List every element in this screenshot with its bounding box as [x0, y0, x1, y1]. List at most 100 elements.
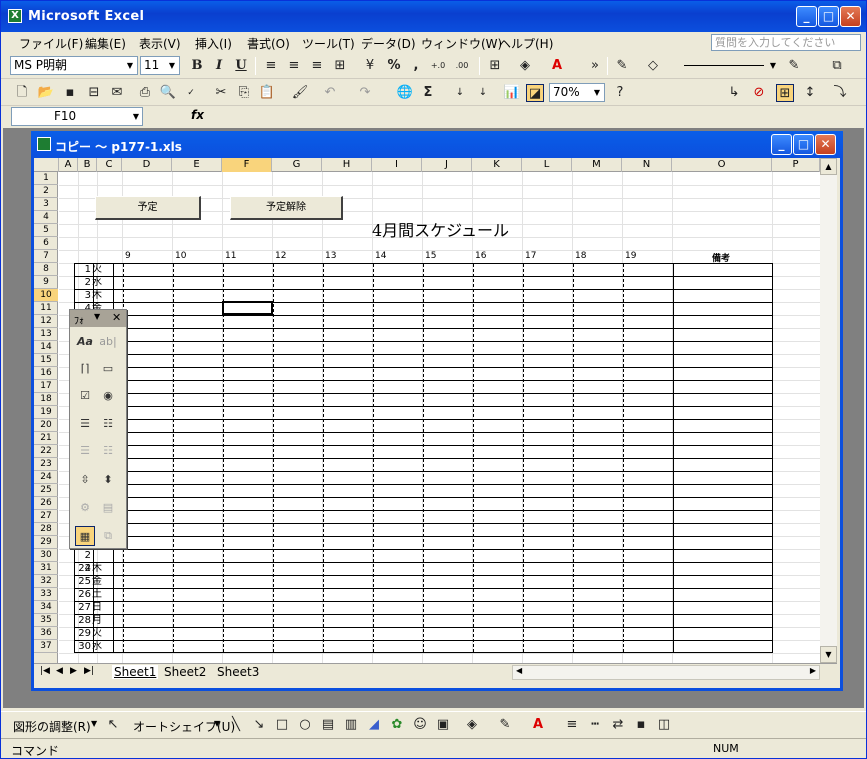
close-button[interactable]: ✕: [840, 6, 861, 27]
fill-color-icon[interactable]: ◈: [516, 57, 534, 75]
minimize-button[interactable]: _: [796, 6, 817, 27]
row-header[interactable]: 28: [34, 523, 58, 536]
zoom-combo[interactable]: 70% ▼: [549, 83, 605, 102]
menu-window[interactable]: ウィンドウ(W): [421, 35, 502, 52]
comma-button[interactable]: ,: [407, 57, 425, 75]
font-size-combo[interactable]: 11 ▼: [140, 56, 180, 75]
day-cell[interactable]: 金: [92, 576, 102, 588]
row-header[interactable]: 29: [34, 536, 58, 549]
column-header[interactable]: I: [372, 158, 422, 172]
toolbar-options-icon[interactable]: ⤵: [831, 84, 849, 102]
row-header[interactable]: 19: [34, 406, 58, 419]
column-header[interactable]: G: [272, 158, 322, 172]
group-box-icon[interactable]: ⌈⌉: [75, 359, 95, 379]
scroll-left-icon[interactable]: ◀: [516, 666, 522, 675]
day-cell[interactable]: 26: [74, 589, 91, 601]
row-header[interactable]: 13: [34, 328, 58, 341]
eraser-icon[interactable]: ◇: [644, 57, 662, 75]
column-header[interactable]: M: [572, 158, 622, 172]
column-header[interactable]: N: [622, 158, 672, 172]
fx-icon[interactable]: fx: [191, 108, 204, 122]
row-header[interactable]: 16: [34, 367, 58, 380]
day-cell[interactable]: 火: [92, 264, 102, 276]
column-header[interactable]: C: [97, 158, 122, 172]
more-buttons-icon[interactable]: »: [586, 57, 604, 75]
ask-question-input[interactable]: 質問を入力してください: [711, 34, 861, 51]
menu-help[interactable]: ヘルプ(H): [499, 35, 553, 52]
remove-arrows-icon[interactable]: ⊘: [750, 84, 768, 102]
sort-descending-icon[interactable]: ↓: [474, 84, 492, 102]
day-cell[interactable]: 水: [92, 277, 102, 289]
menu-insert[interactable]: 挿入(I): [195, 35, 232, 52]
row-header[interactable]: 31: [34, 562, 58, 575]
arrow-tool-icon[interactable]: ↘: [250, 716, 268, 734]
row-header[interactable]: 5: [34, 224, 58, 237]
line-color-icon[interactable]: ✎: [785, 57, 803, 75]
draw-border-pen-icon[interactable]: ✎: [613, 57, 631, 75]
clipart-icon[interactable]: ☺: [411, 716, 429, 734]
combo-list-edit-icon[interactable]: ☰: [75, 441, 95, 461]
column-header[interactable]: K: [472, 158, 522, 172]
column-header[interactable]: D: [122, 158, 172, 172]
day-cell[interactable]: 木: [92, 290, 102, 302]
font-name-combo[interactable]: MS P明朝 ▼: [10, 56, 138, 75]
day-cell[interactable]: 日: [92, 602, 102, 614]
menu-data[interactable]: データ(D): [361, 35, 416, 52]
wordart-icon[interactable]: ◢: [365, 716, 383, 734]
toggle-grid-icon[interactable]: ▦: [75, 526, 95, 546]
sort-ascending-icon[interactable]: ↓: [451, 84, 469, 102]
row-header[interactable]: 15: [34, 354, 58, 367]
chart-wizard-icon[interactable]: 📊: [503, 84, 521, 102]
vertical-scrollbar[interactable]: ▲ ▼: [820, 158, 837, 663]
column-header[interactable]: H: [322, 158, 372, 172]
column-header[interactable]: J: [422, 158, 472, 172]
column-header-selected[interactable]: F: [222, 158, 272, 172]
row-header[interactable]: 26: [34, 497, 58, 510]
run-dialog-icon[interactable]: ⧉: [98, 526, 118, 546]
label-tool-button[interactable]: Aa: [75, 332, 95, 352]
edit-box-tool-button[interactable]: ab|: [98, 332, 118, 352]
align-center-icon[interactable]: ≡: [285, 57, 303, 75]
select-objects-icon[interactable]: ↖: [104, 716, 122, 734]
increase-decimal-button[interactable]: +.0: [429, 57, 447, 75]
percent-button[interactable]: %: [385, 57, 403, 75]
scroll-down-icon[interactable]: ▼: [820, 646, 837, 663]
row-header[interactable]: 20: [34, 419, 58, 432]
row-height-icon[interactable]: ↕: [801, 84, 819, 102]
align-left-icon[interactable]: ≡: [262, 57, 280, 75]
row-header[interactable]: 17: [34, 380, 58, 393]
row-header[interactable]: 9: [34, 276, 58, 289]
row-header[interactable]: 30: [34, 549, 58, 562]
shadow-style-icon[interactable]: ▪: [632, 716, 650, 734]
day-cell[interactable]: 28: [74, 615, 91, 627]
row-header[interactable]: 8: [34, 263, 58, 276]
scroll-track[interactable]: [821, 175, 836, 637]
currency-icon[interactable]: ¥: [361, 57, 379, 75]
row-header[interactable]: 18: [34, 393, 58, 406]
row-header[interactable]: 22: [34, 445, 58, 458]
scroll-bar-tool-icon[interactable]: ⇳: [75, 470, 95, 490]
workbook-minimize-button[interactable]: _: [771, 134, 792, 155]
row-header[interactable]: 32: [34, 575, 58, 588]
line-style-combo[interactable]: ▼: [675, 56, 781, 75]
column-header[interactable]: P: [772, 158, 820, 172]
reserve-button[interactable]: 予定: [95, 196, 201, 220]
last-sheet-icon[interactable]: ▶|: [84, 666, 94, 676]
hyperlink-icon[interactable]: 🌐: [396, 84, 414, 102]
draw-adjust-menu[interactable]: 図形の調整(R): [13, 718, 91, 735]
spelling-icon[interactable]: ✓: [182, 84, 200, 102]
list-box-icon[interactable]: ☰: [75, 414, 95, 434]
tab-sheet3[interactable]: Sheet3: [217, 665, 259, 679]
day-cell[interactable]: 2: [74, 550, 91, 562]
prev-sheet-icon[interactable]: ◀: [56, 666, 63, 676]
menu-edit[interactable]: 編集(E): [85, 35, 126, 52]
align-right-icon[interactable]: ≡: [308, 57, 326, 75]
copy-icon[interactable]: ⎘: [235, 84, 253, 102]
new-icon[interactable]: 🗋: [13, 84, 31, 102]
day-cell[interactable]: 月: [92, 615, 102, 627]
spinner-tool-icon[interactable]: ⬍: [98, 470, 118, 490]
row-header[interactable]: 2: [34, 185, 58, 198]
row-header[interactable]: 37: [34, 640, 58, 653]
control-properties-icon[interactable]: ⚙: [75, 498, 95, 518]
tab-sheet2[interactable]: Sheet2: [164, 665, 206, 679]
